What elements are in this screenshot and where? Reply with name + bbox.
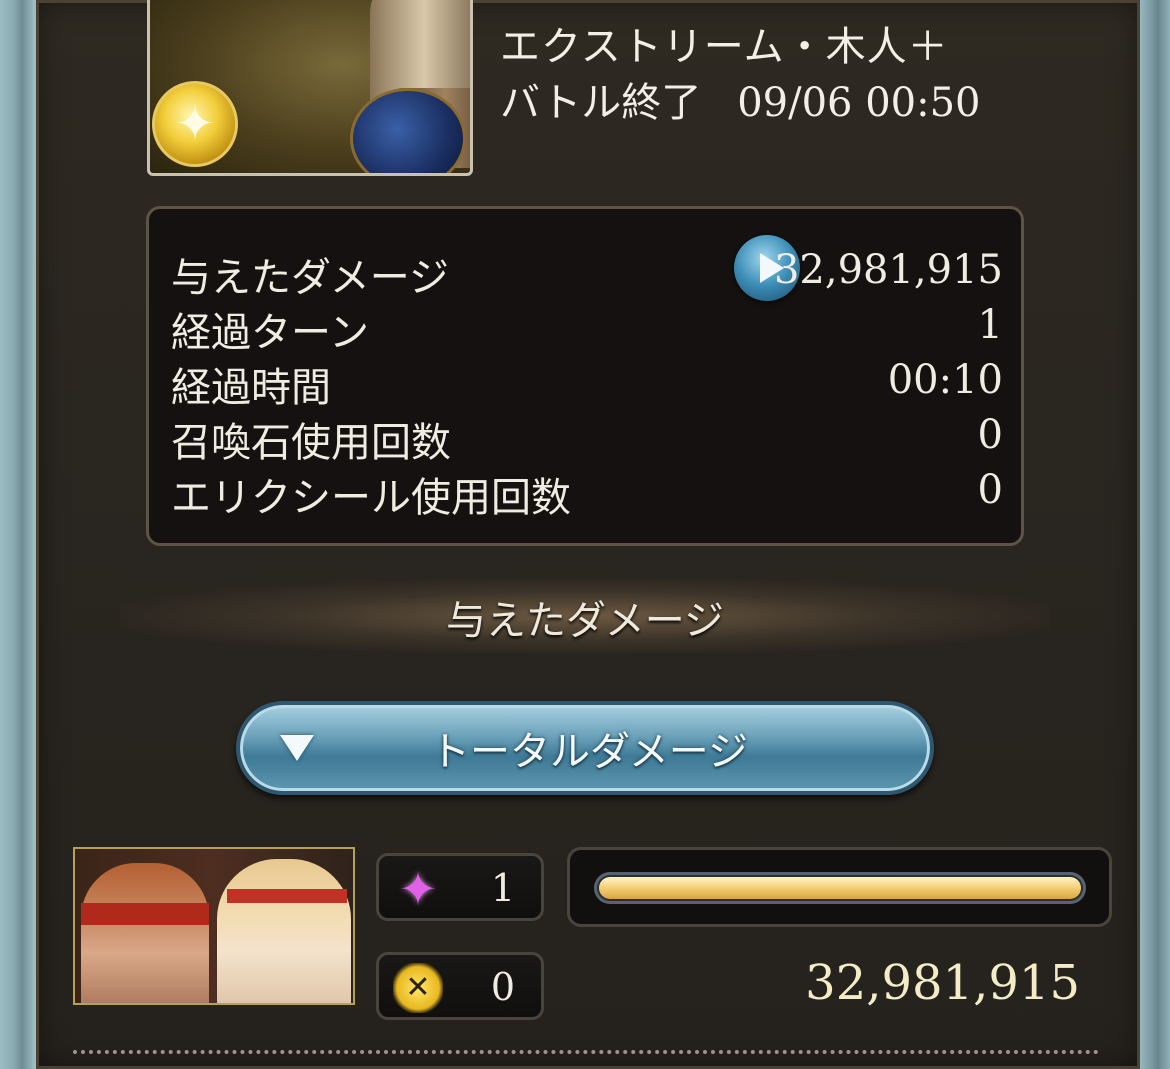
quest-status: バトル終了 <box>500 80 702 126</box>
stat-label: 経過時間 <box>171 365 331 411</box>
quest-datetime: 09/06 00:50 <box>737 80 981 126</box>
ougi-count-box: ✕ 0 <box>376 952 544 1020</box>
damage-type-dropdown[interactable]: トータルダメージ <box>236 701 934 795</box>
damage-bar-fill <box>599 877 1081 899</box>
damage-bar-track <box>594 872 1086 904</box>
stat-value: 1 <box>977 302 1003 348</box>
stat-row-summons: 召喚石使用回数 0 <box>171 410 1003 466</box>
quest-thumbnail: ✦ <box>147 0 473 176</box>
stat-value: 0 <box>977 412 1003 458</box>
character-portrait[interactable] <box>73 847 355 1005</box>
sparkle-icon: ✦ <box>398 862 438 916</box>
stat-row-damage: 与えたダメージ 32,981,915 <box>171 235 1003 301</box>
stat-row-elixirs: エリクシール使用回数 0 <box>171 465 1003 521</box>
character-portrait-right <box>217 859 351 1003</box>
battle-stats-box: 与えたダメージ 32,981,915 経過ターン 1 経過時間 00:10 召喚… <box>146 206 1024 546</box>
stat-row-turns: 経過ターン 1 <box>171 300 1003 356</box>
ougi-count: 0 <box>490 965 515 1009</box>
character-damage-value: 32,981,915 <box>805 955 1080 1011</box>
stat-label: 召喚石使用回数 <box>171 420 451 466</box>
damage-bar-box <box>567 847 1112 927</box>
stat-label: エリクシール使用回数 <box>171 475 571 521</box>
stat-value: 0 <box>977 467 1003 513</box>
stat-value: 00:10 <box>887 357 1003 403</box>
quest-status-line: バトル終了 09/06 00:50 <box>500 70 980 128</box>
row-divider <box>73 1050 1099 1054</box>
character-portrait-left <box>81 863 209 1003</box>
section-title: 与えたダメージ <box>446 598 724 644</box>
skill-count-box: ✦ 1 <box>376 853 544 921</box>
ougi-icon: ✕ <box>393 963 443 1013</box>
stat-row-time: 経過時間 00:10 <box>171 355 1003 411</box>
skill-count: 1 <box>490 866 515 910</box>
stat-value: 32,981,915 <box>773 247 1003 293</box>
stat-label: 与えたダメージ <box>171 255 449 301</box>
stat-label: 経過ターン <box>171 310 369 356</box>
quest-title: エクストリーム・木人＋ <box>500 24 949 70</box>
dropdown-label: トータルダメージ <box>430 729 748 775</box>
light-element-icon: ✦ <box>152 81 238 167</box>
